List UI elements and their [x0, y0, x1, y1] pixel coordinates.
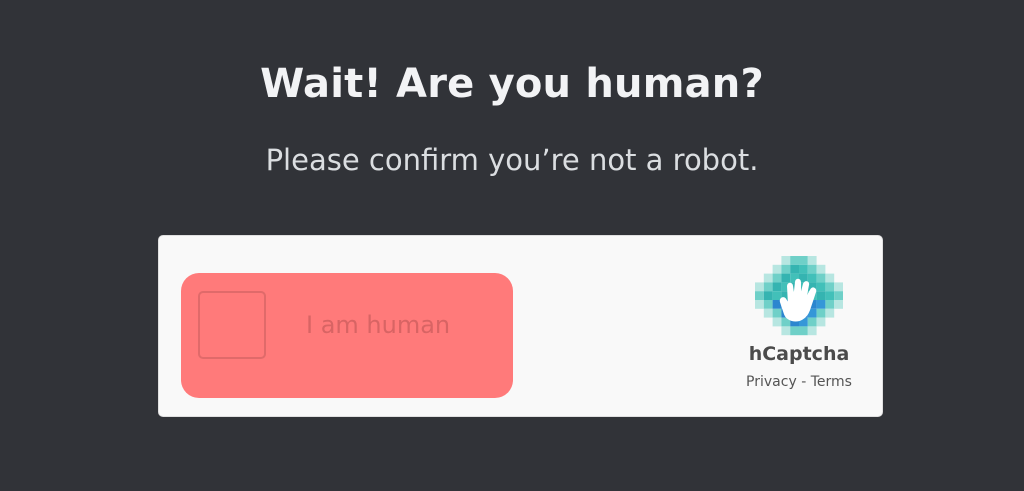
logo-pixel [816, 317, 826, 327]
logo-pixel [763, 308, 773, 318]
legal-links: Privacy - Terms [724, 373, 874, 391]
logo-pixel [781, 264, 791, 274]
logo-pixel [772, 273, 782, 283]
logo-pixel [807, 317, 817, 327]
logo-pixel [816, 282, 826, 292]
logo-pixel [816, 291, 826, 300]
hcaptcha-widget: I am human hCaptcha Privacy - Terms [158, 235, 883, 417]
logo-pixel [755, 291, 764, 300]
human-checkbox[interactable] [198, 291, 266, 359]
link-separator: - [796, 374, 811, 390]
logo-pixel [799, 326, 808, 336]
logo-pixel [825, 282, 835, 292]
logo-pixel [807, 264, 817, 274]
logo-pixel [816, 264, 826, 274]
logo-pixel [772, 317, 782, 327]
logo-pixel [834, 300, 843, 309]
logo-pixel [825, 291, 835, 300]
logo-pixel [834, 291, 843, 300]
logo-pixel [772, 291, 782, 300]
logo-pixel [772, 308, 782, 318]
privacy-link[interactable]: Privacy [746, 374, 797, 390]
logo-pixel [781, 273, 791, 283]
logo-pixel [755, 300, 764, 309]
logo-pixel [816, 300, 826, 309]
checkbox-highlight-area: I am human [181, 273, 513, 398]
logo-pixel [772, 264, 782, 274]
logo-pixel [755, 282, 764, 292]
logo-pixel [790, 256, 799, 265]
page-title: Wait! Are you human? [260, 61, 764, 107]
logo-pixel [825, 273, 835, 283]
logo-pixel [807, 273, 817, 283]
page-subtitle: Please confirm you’re not a robot. [265, 143, 759, 177]
checkbox-label: I am human [306, 311, 451, 339]
hcaptcha-branding: hCaptcha Privacy - Terms [724, 256, 874, 391]
logo-pixel [763, 273, 773, 283]
logo-pixel [825, 300, 835, 309]
logo-pixel [763, 291, 773, 300]
logo-pixel [772, 282, 782, 292]
logo-pixel [763, 300, 773, 309]
logo-pixel [834, 282, 843, 292]
logo-pixel [825, 308, 835, 318]
logo-pixel [790, 326, 799, 336]
logo-pixel [816, 308, 826, 318]
logo-pixel [790, 264, 799, 274]
logo-pixel [781, 256, 791, 265]
logo-pixel [799, 264, 808, 274]
terms-link[interactable]: Terms [811, 374, 852, 390]
hcaptcha-brand-name: hCaptcha [748, 343, 850, 365]
logo-pixel [807, 326, 817, 336]
logo-pixel [816, 273, 826, 283]
logo-pixel [781, 326, 791, 336]
logo-pixel [807, 256, 817, 265]
hcaptcha-hand-icon [755, 256, 843, 336]
logo-pixel [763, 282, 773, 292]
logo-pixel [799, 256, 808, 265]
